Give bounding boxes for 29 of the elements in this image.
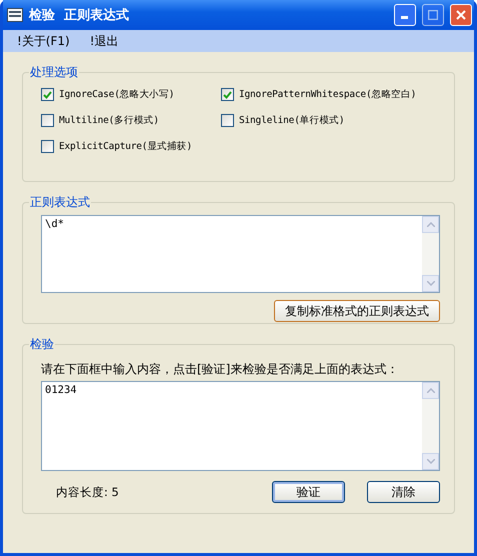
- checkbox[interactable]: [221, 114, 234, 127]
- group-title: 正则表达式: [29, 194, 91, 211]
- instruction-text: 请在下面框中输入内容，点击[验证]来检验是否满足上面的表达式：: [41, 361, 400, 378]
- minimize-button[interactable]: [394, 4, 416, 26]
- regex-field[interactable]: \d*: [41, 215, 440, 293]
- group-title: 处理选项: [29, 64, 79, 81]
- close-icon: [456, 10, 466, 20]
- checkbox[interactable]: [41, 140, 54, 153]
- length-label: 内容长度: 5: [56, 484, 120, 500]
- verify-button[interactable]: 验证: [272, 481, 345, 503]
- copy-regex-button[interactable]: 复制标准格式的正则表达式: [274, 300, 440, 322]
- checkbox-label: IgnorePatternWhitespace(忽略空白): [239, 88, 416, 101]
- close-button[interactable]: [450, 4, 472, 26]
- maximize-icon: [428, 10, 438, 20]
- menu-item[interactable]: !关于(F1): [17, 32, 70, 50]
- checkbox[interactable]: [221, 88, 234, 101]
- group-title: 检验: [29, 336, 55, 353]
- test-input-field[interactable]: 01234: [41, 381, 440, 471]
- maximize-button[interactable]: [422, 4, 444, 26]
- checkbox[interactable]: [41, 88, 54, 101]
- checkbox-label: Singleline(单行模式): [239, 114, 344, 127]
- checkbox[interactable]: [41, 114, 54, 127]
- checkbox-label: IgnoreCase(忽略大小写): [59, 88, 174, 101]
- checkbox-label: Multiline(多行模式): [59, 114, 159, 127]
- window-title: 检验 正则表达式: [29, 7, 130, 24]
- clear-button[interactable]: 清除: [367, 481, 440, 503]
- checkbox-label: ExplicitCapture(显式捕获): [59, 140, 192, 153]
- menu-item[interactable]: !退出: [90, 32, 119, 50]
- app-icon: [7, 8, 23, 22]
